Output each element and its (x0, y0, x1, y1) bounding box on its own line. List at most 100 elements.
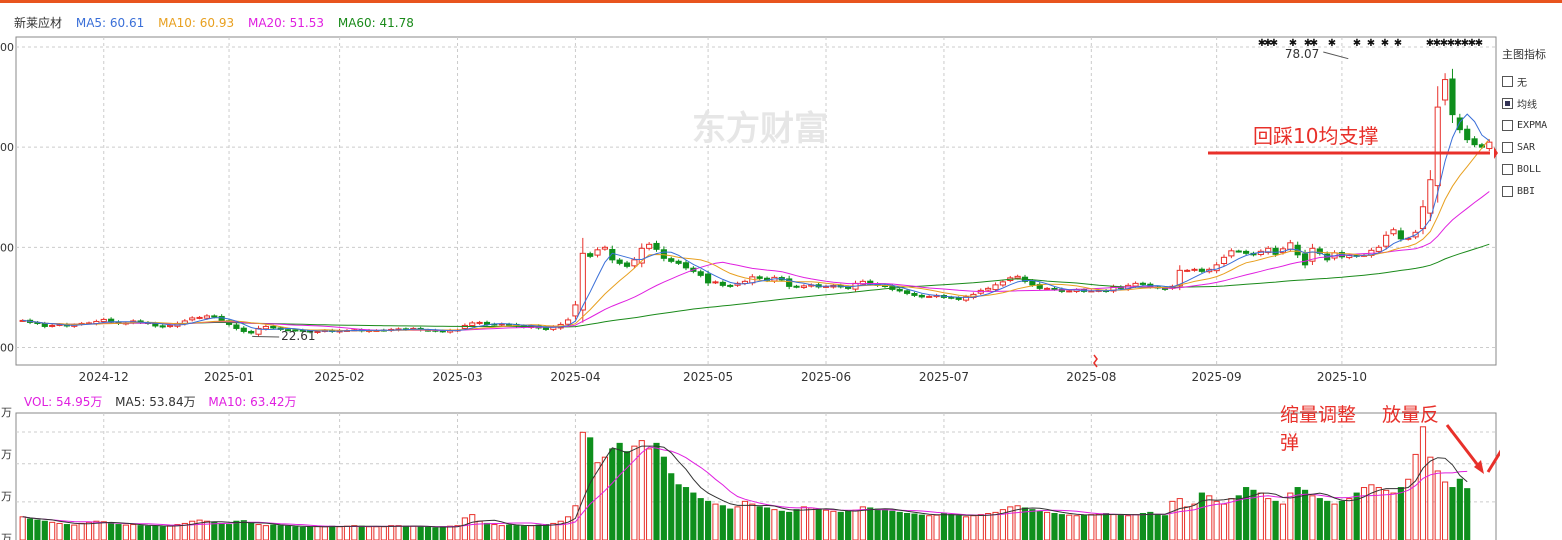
candle-body (668, 258, 675, 262)
volume-bar (115, 524, 122, 540)
volume-bar (697, 498, 704, 540)
candle-body (270, 325, 277, 329)
volume-bar (1132, 514, 1139, 540)
candle-body (601, 246, 608, 250)
indicator-checkbox[interactable] (1502, 75, 1513, 87)
volume-bar (388, 525, 395, 540)
volume-bar (756, 506, 763, 540)
volume-bar (815, 508, 822, 540)
candle-body (1434, 106, 1441, 187)
volume-bar (174, 524, 181, 540)
volume-bar (1397, 487, 1404, 540)
x-tick-label: 2025-07 (919, 370, 969, 384)
volume-bar (822, 509, 830, 540)
volume-bar (520, 525, 527, 540)
indicator-option-3[interactable]: SAR (1502, 136, 1547, 158)
volume-bar (1272, 500, 1279, 540)
volume-bar (719, 505, 726, 540)
indicator-option-2[interactable]: EXPMA (1502, 114, 1547, 136)
volume-bar (1331, 503, 1338, 540)
volume-bar (1346, 498, 1353, 540)
candle-body (609, 248, 616, 261)
volume-bar (329, 525, 336, 540)
shrink-arrow (1445, 424, 1482, 469)
candle-body (756, 276, 763, 279)
indicator-option-5[interactable]: BBI (1502, 180, 1547, 202)
volume-bar (1206, 495, 1213, 540)
candle-body (1044, 287, 1051, 290)
price-tick-label: 00 (0, 141, 14, 154)
x-tick-label: 2025-01 (204, 370, 254, 384)
volume-bar (49, 521, 56, 540)
volume-bar (955, 515, 962, 540)
volume-bar (284, 525, 292, 540)
candle-body (1301, 253, 1309, 266)
event-marker: ✱ (1367, 38, 1375, 49)
volume-bar (432, 527, 439, 540)
volume-bar (498, 525, 505, 540)
candle-body (152, 323, 159, 327)
indicator-option-label: BBI (1517, 185, 1536, 197)
volume-bar (874, 508, 881, 540)
volume-bar (1125, 515, 1132, 540)
candle-body (1486, 141, 1493, 150)
event-marker: ✱ (1270, 38, 1278, 49)
volume-bar (137, 525, 144, 540)
indicator-option-4[interactable]: BOLL (1502, 158, 1547, 180)
indicator-checkbox[interactable] (1502, 163, 1513, 175)
candle-body (1132, 282, 1139, 287)
candle-body (653, 242, 660, 250)
volume-bar (1154, 514, 1161, 540)
candle-body (469, 322, 476, 326)
candle-body (1198, 268, 1205, 272)
indicator-option-0[interactable]: 无 (1502, 70, 1547, 92)
volume-bar (351, 525, 358, 540)
volume-bar (270, 524, 277, 540)
low-pointer (252, 335, 280, 338)
volume-bar (483, 522, 491, 540)
indicator-checkbox[interactable] (1502, 97, 1513, 109)
volume-bar (1456, 478, 1463, 540)
volume-bar (255, 524, 262, 540)
volume-bar (793, 509, 800, 540)
volume-bar (19, 516, 26, 540)
candle-body (705, 273, 712, 284)
candle-body (646, 243, 653, 249)
price-tick-label: 00 (0, 41, 14, 54)
candle-body (572, 304, 579, 317)
volume-bar (741, 500, 749, 540)
indicator-checkbox[interactable] (1502, 185, 1513, 197)
kline-chart[interactable]: 00000000万万万万2024-12 2025-01 2025-02 2025-03… (0, 0, 1500, 540)
candle-body (1014, 275, 1021, 279)
volume-bar (786, 511, 793, 540)
volume-bar (159, 526, 166, 540)
ma20-line (22, 191, 1490, 331)
volume-bar (1117, 514, 1124, 540)
volume-bar (1279, 503, 1287, 540)
volume-bar (749, 503, 756, 540)
indicator-checkbox[interactable] (1502, 141, 1513, 153)
volume-bar (56, 522, 63, 540)
candle-body (904, 290, 911, 294)
candle-body (1287, 242, 1294, 250)
candle-body (999, 281, 1006, 286)
volume-bar (491, 524, 498, 540)
volume-bar (962, 516, 970, 540)
volume-bar (365, 526, 373, 540)
candle-body (1419, 206, 1427, 230)
volume-bar (1080, 514, 1088, 540)
volume-bar (763, 507, 771, 540)
volume-bar (1390, 492, 1397, 540)
volume-bar (1176, 498, 1183, 540)
volume-bar (690, 492, 697, 540)
event-marker: ✱ (1328, 38, 1336, 49)
candle-body (594, 249, 601, 256)
volume-bar (970, 515, 977, 540)
volume-bar (1265, 498, 1272, 540)
volume-bar (985, 512, 992, 540)
volume-bar (1073, 515, 1080, 540)
indicator-option-1[interactable]: 均线 (1502, 92, 1547, 114)
indicator-checkbox[interactable] (1502, 119, 1513, 131)
event-marker: ✱ (1353, 38, 1361, 49)
x-tick-label: 2025-09 (1192, 370, 1242, 384)
